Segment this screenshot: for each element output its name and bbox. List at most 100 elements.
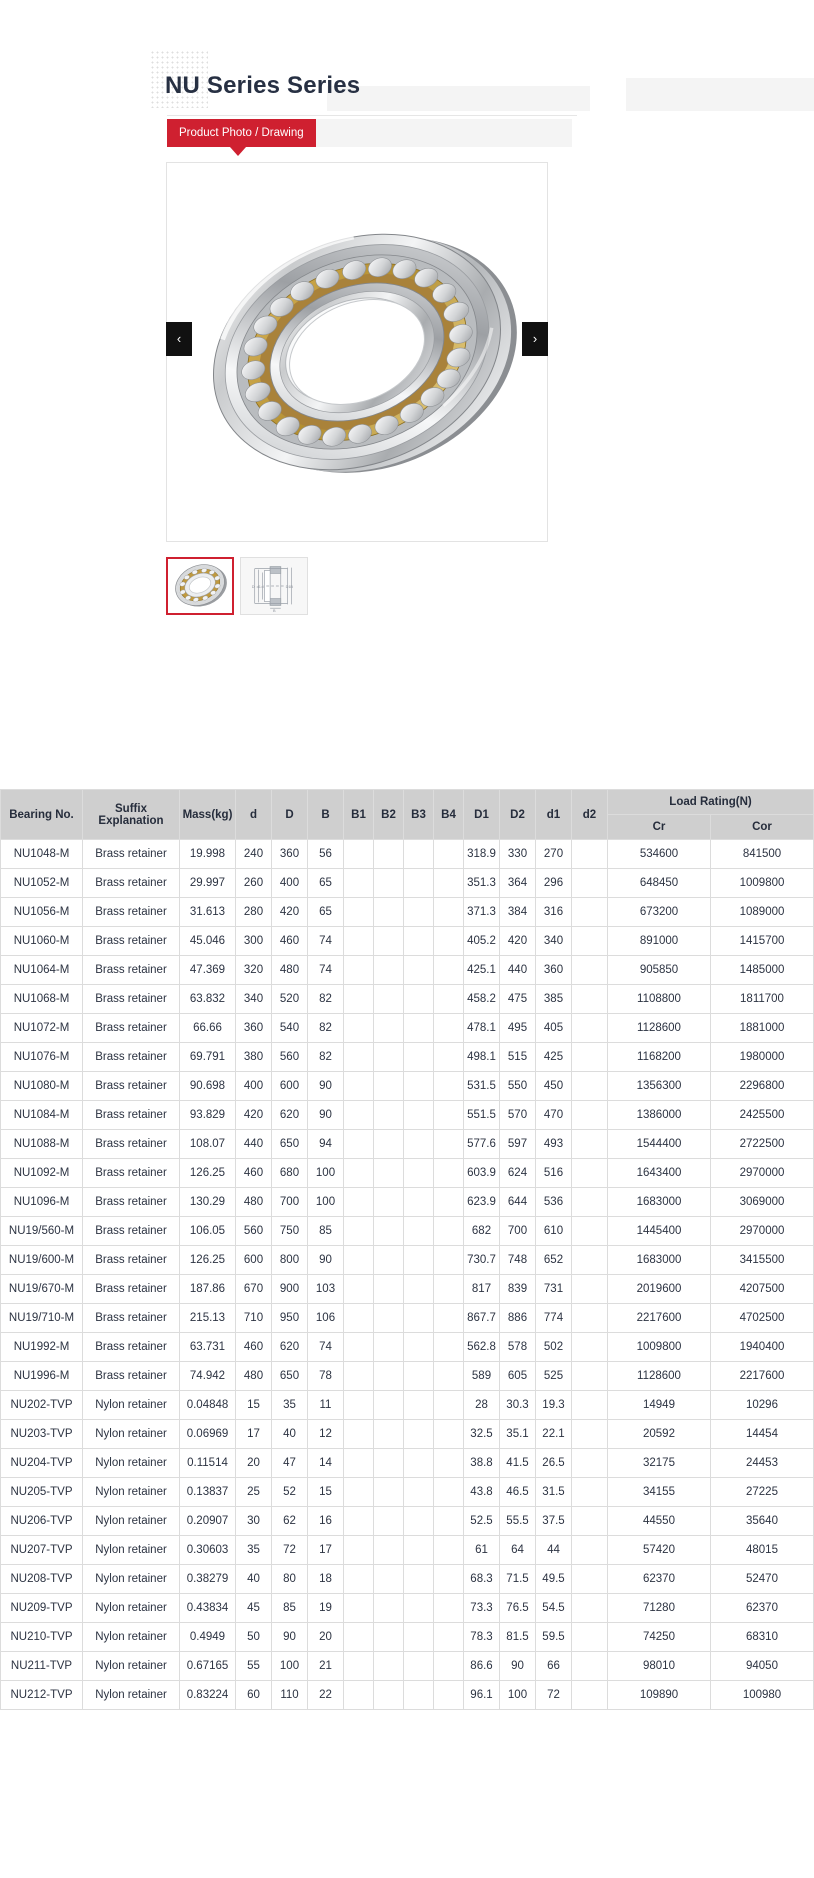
cell-B3: [403, 1622, 434, 1652]
col-B4: B4: [433, 789, 464, 840]
cell-mass: 0.67165: [179, 1651, 236, 1681]
cell-B: 82: [307, 1042, 344, 1072]
cell-D2: 515: [499, 1042, 536, 1072]
product-page: NU Series Series Product Photo / Drawing: [0, 0, 814, 1878]
cell-B: 90: [307, 1071, 344, 1101]
cell-D2: 100: [499, 1680, 536, 1710]
cell-d2: [571, 1390, 608, 1420]
cell-B2: [373, 1564, 404, 1594]
cell-bearing-no: NU1064-M: [0, 955, 83, 985]
cell-cr: 14949: [607, 1390, 711, 1420]
cell-cr: 1445400: [607, 1216, 711, 1246]
gallery-next-button[interactable]: ›: [522, 322, 548, 356]
cell-suffix: Nylon retainer: [82, 1419, 180, 1449]
thumbnail-product-photo[interactable]: [166, 557, 234, 615]
cell-cr: 1108800: [607, 984, 711, 1014]
cell-D2: 624: [499, 1158, 536, 1188]
cell-bearing-no: NU211-TVP: [0, 1651, 83, 1681]
table-row: NU1048-M Brass retainer 19.998 240 360 56 318.…: [0, 839, 814, 869]
cell-D2: 64: [499, 1535, 536, 1565]
cell-B: 100: [307, 1158, 344, 1188]
cell-B4: [433, 1564, 464, 1594]
cell-B: 74: [307, 926, 344, 956]
cell-B4: [433, 1680, 464, 1710]
table-row: NU1076-M Brass retainer 69.791 380 560 82 498.…: [0, 1042, 814, 1072]
cell-D2: 46.5: [499, 1477, 536, 1507]
cell-cr: 891000: [607, 926, 711, 956]
cell-D: 750: [271, 1216, 308, 1246]
table-row: NU206-TVP Nylon retainer 0.20907 30 62 16 52.5…: [0, 1506, 814, 1536]
cell-B4: [433, 1622, 464, 1652]
cell-d2: [571, 1013, 608, 1043]
cell-B: 14: [307, 1448, 344, 1478]
cell-mass: 187.86: [179, 1274, 236, 1304]
table-row: NU1992-M Brass retainer 63.731 460 620 74 562.…: [0, 1332, 814, 1362]
cell-cor: 1811700: [710, 984, 814, 1014]
cell-bearing-no: NU205-TVP: [0, 1477, 83, 1507]
cell-D2: 90: [499, 1651, 536, 1681]
cell-cor: 68310: [710, 1622, 814, 1652]
cell-D1: 43.8: [463, 1477, 500, 1507]
cell-B3: [403, 1477, 434, 1507]
cell-B3: [403, 1071, 434, 1101]
thumbnail-technical-drawing[interactable]: Dd1 d D1 B B: [240, 557, 308, 615]
cell-d2: [571, 1448, 608, 1478]
cell-d1: 610: [535, 1216, 572, 1246]
cell-D2: 330: [499, 839, 536, 869]
bearing-product-photo: [192, 202, 522, 502]
tab-product-photo-drawing[interactable]: Product Photo / Drawing: [167, 119, 316, 147]
cell-bearing-no: NU19/560-M: [0, 1216, 83, 1246]
cell-D1: 38.8: [463, 1448, 500, 1478]
col-B1: B1: [343, 789, 374, 840]
cell-B3: [403, 1100, 434, 1130]
cell-B4: [433, 1216, 464, 1246]
cell-d1: 450: [535, 1071, 572, 1101]
cell-d1: 270: [535, 839, 572, 869]
cell-B4: [433, 1390, 464, 1420]
cell-B2: [373, 1071, 404, 1101]
gallery-prev-button[interactable]: ‹: [166, 322, 192, 356]
cell-B2: [373, 984, 404, 1014]
cell-d1: 385: [535, 984, 572, 1014]
cell-B: 74: [307, 1332, 344, 1362]
cell-B: 82: [307, 984, 344, 1014]
cell-cor: 3069000: [710, 1187, 814, 1217]
cell-d: 460: [235, 1332, 272, 1362]
col-d: d: [235, 789, 272, 840]
cell-d: 420: [235, 1100, 272, 1130]
cell-B4: [433, 868, 464, 898]
cell-B2: [373, 1216, 404, 1246]
cell-bearing-no: NU1084-M: [0, 1100, 83, 1130]
cell-d: 400: [235, 1071, 272, 1101]
cell-bearing-no: NU209-TVP: [0, 1593, 83, 1623]
cell-bearing-no: NU1080-M: [0, 1071, 83, 1101]
cell-B2: [373, 1622, 404, 1652]
cell-cor: 27225: [710, 1477, 814, 1507]
cell-D1: 682: [463, 1216, 500, 1246]
cell-B1: [343, 1100, 374, 1130]
cell-D: 80: [271, 1564, 308, 1594]
cell-D: 650: [271, 1129, 308, 1159]
cell-D1: 458.2: [463, 984, 500, 1014]
cell-cr: 71280: [607, 1593, 711, 1623]
cell-cr: 1128600: [607, 1013, 711, 1043]
cell-d2: [571, 1361, 608, 1391]
cell-d: 15: [235, 1390, 272, 1420]
cell-D: 620: [271, 1332, 308, 1362]
col-suffix: Suffix Explanation: [82, 789, 180, 840]
cell-suffix: Brass retainer: [82, 984, 180, 1014]
cell-bearing-no: NU1092-M: [0, 1158, 83, 1188]
cell-D: 560: [271, 1042, 308, 1072]
cell-d: 480: [235, 1361, 272, 1391]
cell-cor: 841500: [710, 839, 814, 869]
table-row: NU208-TVP Nylon retainer 0.38279 40 80 18 68.3…: [0, 1564, 814, 1594]
cell-B3: [403, 1245, 434, 1275]
cell-B1: [343, 1564, 374, 1594]
cell-cr: 673200: [607, 897, 711, 927]
cell-B1: [343, 1448, 374, 1478]
table-row: NU1064-M Brass retainer 47.369 320 480 74 425.…: [0, 955, 814, 985]
cell-d: 320: [235, 955, 272, 985]
cell-d1: 26.5: [535, 1448, 572, 1478]
cell-B4: [433, 839, 464, 869]
cell-D2: 41.5: [499, 1448, 536, 1478]
